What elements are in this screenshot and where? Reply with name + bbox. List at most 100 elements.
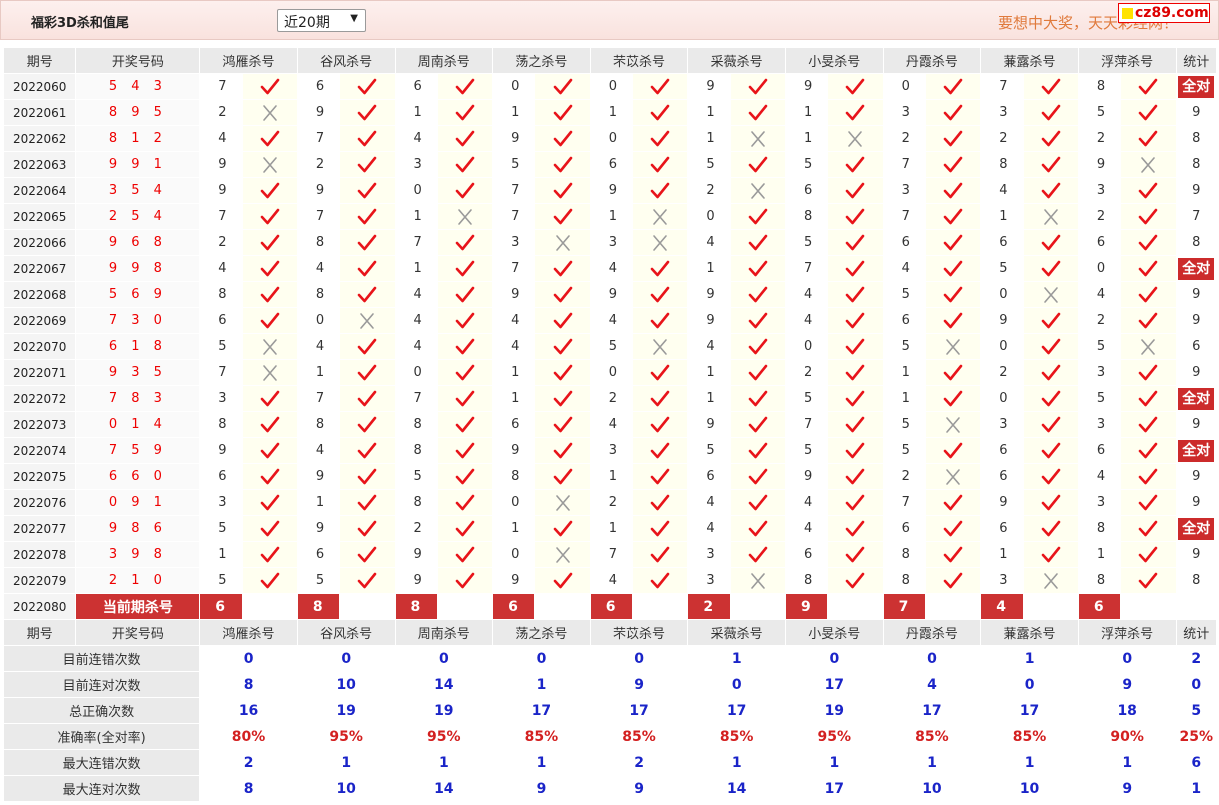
summary-value: 10 [296, 671, 396, 698]
site-logo[interactable]: cz89.com [1118, 3, 1210, 23]
kill-number: 0 [589, 125, 634, 152]
check-icon [943, 572, 963, 588]
summary-value: 85% [492, 723, 591, 750]
summary-value: 19 [394, 697, 494, 724]
column-header-expert[interactable]: 采薇杀号 [687, 619, 786, 646]
cross-icon [458, 208, 472, 225]
kill-number: 1 [296, 359, 341, 386]
kill-number: 4 [687, 333, 731, 360]
kill-number: 8 [882, 567, 926, 594]
hit-mark [729, 151, 787, 178]
hit-mark [241, 255, 298, 282]
summary-value: 0 [1077, 645, 1177, 672]
check-icon [260, 494, 279, 510]
hit-mark [827, 567, 884, 594]
column-header-expert[interactable]: 周南杀号 [394, 47, 494, 74]
hit-mark [534, 515, 591, 542]
kill-number: 8 [296, 411, 341, 438]
column-header-expert[interactable]: 蒹露杀号 [980, 619, 1079, 646]
issue-number: 2022072 [2, 385, 77, 412]
kill-number: 5 [882, 281, 926, 308]
draw-numbers: 2 5 4 [75, 203, 201, 230]
check-icon [1041, 416, 1060, 432]
row-stat: 9 [1175, 541, 1217, 568]
kill-number: 1 [394, 99, 438, 126]
check-icon [846, 364, 865, 380]
hit-mark [729, 73, 787, 100]
kill-number: 5 [394, 463, 438, 490]
kill-number: 6 [1077, 229, 1122, 256]
column-header-expert[interactable]: 浮萍杀号 [1077, 619, 1177, 646]
check-icon [846, 260, 865, 276]
column-header-expert[interactable]: 鸿雁杀号 [199, 47, 298, 74]
kill-number: 5 [589, 333, 634, 360]
kill-number: 5 [882, 333, 926, 360]
cross-icon [262, 156, 277, 173]
miss-mark [924, 411, 982, 438]
column-header-expert[interactable]: 采薇杀号 [687, 47, 786, 74]
hit-mark [827, 203, 884, 230]
column-header-expert[interactable]: 小旻杀号 [785, 619, 884, 646]
summary-value: 17 [785, 671, 884, 698]
column-header-expert[interactable]: 芣苡杀号 [589, 47, 689, 74]
kill-number: 0 [492, 73, 536, 100]
column-header-expert[interactable]: 芣苡杀号 [589, 619, 689, 646]
kill-number: 6 [199, 307, 243, 334]
hit-mark [632, 177, 689, 204]
kill-number: 4 [199, 255, 243, 282]
hit-mark [534, 255, 591, 282]
column-header-expert[interactable]: 周南杀号 [394, 619, 494, 646]
hit-mark [924, 541, 982, 568]
check-icon [943, 286, 963, 302]
kill-number: 1 [882, 359, 926, 386]
column-header-expert[interactable]: 鸿雁杀号 [199, 619, 298, 646]
column-header-expert[interactable]: 谷风杀号 [296, 619, 396, 646]
issue-number: 2022079 [2, 567, 77, 594]
check-icon [1041, 468, 1060, 484]
column-header-expert[interactable]: 丹霞杀号 [882, 619, 982, 646]
miss-mark [632, 229, 689, 256]
check-icon [846, 78, 865, 94]
kill-number: 3 [687, 567, 731, 594]
row-stat: 6 [1175, 333, 1217, 360]
draw-numbers: 8 1 2 [75, 125, 201, 152]
all-correct-badge: 全对 [1178, 257, 1215, 280]
cross-icon [1043, 572, 1058, 589]
page-title: 福彩3D杀和值尾 [31, 16, 129, 31]
kill-number: 7 [492, 177, 536, 204]
kill-number: 3 [199, 385, 243, 412]
kill-number: 4 [296, 255, 341, 282]
column-header-expert[interactable]: 浮萍杀号 [1077, 47, 1177, 74]
check-icon [748, 260, 768, 276]
column-header-expert[interactable]: 荡之杀号 [492, 619, 591, 646]
check-icon [748, 364, 768, 380]
kill-number: 4 [589, 255, 634, 282]
check-icon [553, 182, 572, 198]
check-icon [846, 208, 865, 224]
all-correct-badge: 全对 [1178, 439, 1215, 462]
correct-count: 9 [1192, 495, 1201, 510]
kill-number: 5 [882, 437, 926, 464]
check-icon [943, 234, 963, 250]
miss-mark [1022, 567, 1079, 594]
check-icon [1139, 572, 1158, 588]
check-icon [748, 78, 768, 94]
column-header-expert[interactable]: 丹霞杀号 [882, 47, 982, 74]
correct-count: 9 [1192, 417, 1201, 432]
correct-count: 6 [1192, 339, 1201, 354]
check-icon [553, 520, 572, 536]
hit-mark [534, 333, 591, 360]
summary-value: 17 [492, 697, 591, 724]
issue-number: 2022074 [2, 437, 77, 464]
column-header-expert[interactable]: 蒹露杀号 [980, 47, 1079, 74]
kill-number: 3 [980, 99, 1024, 126]
hit-mark [339, 411, 396, 438]
column-header-expert[interactable]: 荡之杀号 [492, 47, 591, 74]
row-stat: 全对 [1175, 385, 1217, 412]
column-header-expert[interactable]: 小旻杀号 [785, 47, 884, 74]
issue-number: 2022075 [2, 463, 77, 490]
column-header-expert[interactable]: 谷风杀号 [296, 47, 396, 74]
period-select[interactable]: 近20期 ▼ [277, 9, 366, 32]
row-stat: 8 [1175, 125, 1217, 152]
kill-number: 1 [882, 385, 926, 412]
